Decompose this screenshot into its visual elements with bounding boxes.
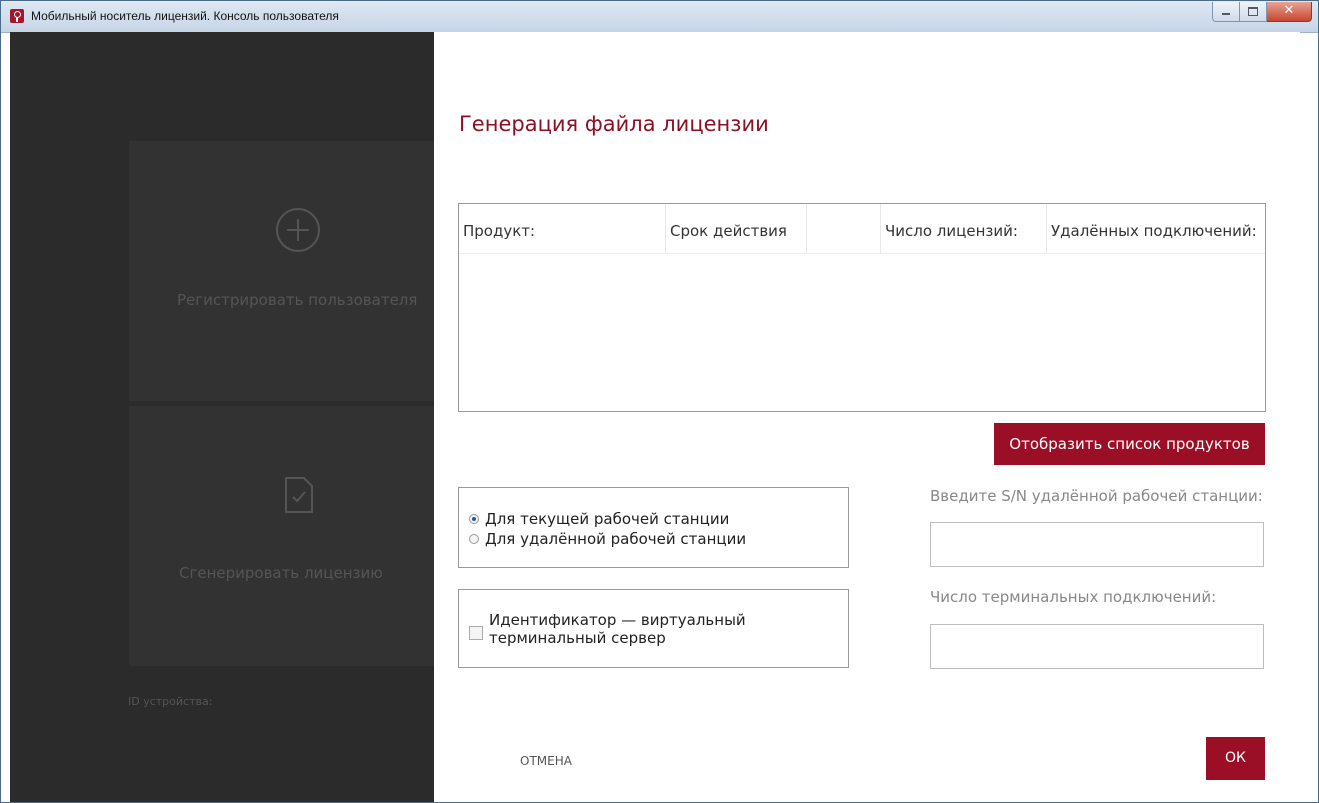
virtual-server-label: Идентификатор — виртуальный терминальный…	[489, 611, 746, 647]
register-user-tile: Регистрировать пользователя	[129, 141, 434, 401]
cancel-button[interactable]: ОТМЕНА	[520, 754, 572, 768]
license-dialog: Генерация файла лицензии Продукт: Срок д…	[434, 32, 1300, 802]
radio-remote-label: Для удалённой рабочей станции	[485, 530, 747, 548]
virtual-server-checkbox[interactable]	[469, 626, 483, 640]
plus-circle-icon	[276, 208, 320, 252]
virtual-server-option: Идентификатор — виртуальный терминальный…	[458, 589, 849, 668]
window-controls: ✕	[1212, 2, 1312, 22]
remote-sn-label: Введите S/N удалённой рабочей станции:	[930, 487, 1263, 505]
title-bar[interactable]: Мобильный носитель лицензий. Консоль пол…	[1, 1, 1318, 33]
workstation-options: Для текущей рабочей станции Для удалённо…	[458, 487, 849, 568]
products-table[interactable]: Продукт: Срок действия Число лицензий: У…	[458, 203, 1266, 412]
minimize-button[interactable]	[1212, 2, 1240, 22]
radio-current-workstation[interactable]: Для текущей рабочей станции	[469, 510, 729, 528]
close-button[interactable]: ✕	[1267, 2, 1312, 22]
window-title: Мобильный носитель лицензий. Консоль пол…	[31, 9, 339, 23]
column-validity: Срок действия	[666, 204, 807, 254]
key-icon	[10, 9, 24, 23]
column-remote-connections: Удалённых подключений:	[1047, 204, 1265, 254]
terminal-count-input[interactable]	[930, 624, 1264, 669]
radio-selected-icon	[469, 513, 479, 524]
generate-license-tile: Сгенерировать лицензию	[129, 406, 434, 666]
remote-sn-input[interactable]	[930, 522, 1264, 567]
generate-license-label: Сгенерировать лицензию	[179, 564, 383, 582]
device-id-label: ID устройства:	[128, 695, 213, 708]
close-icon: ✕	[1283, 3, 1295, 18]
show-products-button[interactable]: Отобразить список продуктов	[994, 423, 1265, 465]
radio-unselected-icon	[469, 533, 479, 544]
radio-current-label: Для текущей рабочей станции	[485, 510, 730, 528]
document-check-icon	[285, 477, 313, 513]
register-user-label: Регистрировать пользователя	[177, 291, 418, 309]
terminal-count-label: Число терминальных подключений:	[930, 588, 1217, 606]
radio-remote-workstation[interactable]: Для удалённой рабочей станции	[469, 530, 746, 548]
dialog-title: Генерация файла лицензии	[459, 112, 769, 136]
app-window: Мобильный носитель лицензий. Консоль пол…	[0, 0, 1319, 803]
column-product: Продукт:	[459, 204, 666, 254]
ok-button[interactable]: ОК	[1206, 737, 1265, 780]
column-license-count: Число лицензий:	[881, 204, 1047, 254]
column-blank	[807, 204, 881, 254]
maximize-button[interactable]	[1240, 2, 1267, 22]
